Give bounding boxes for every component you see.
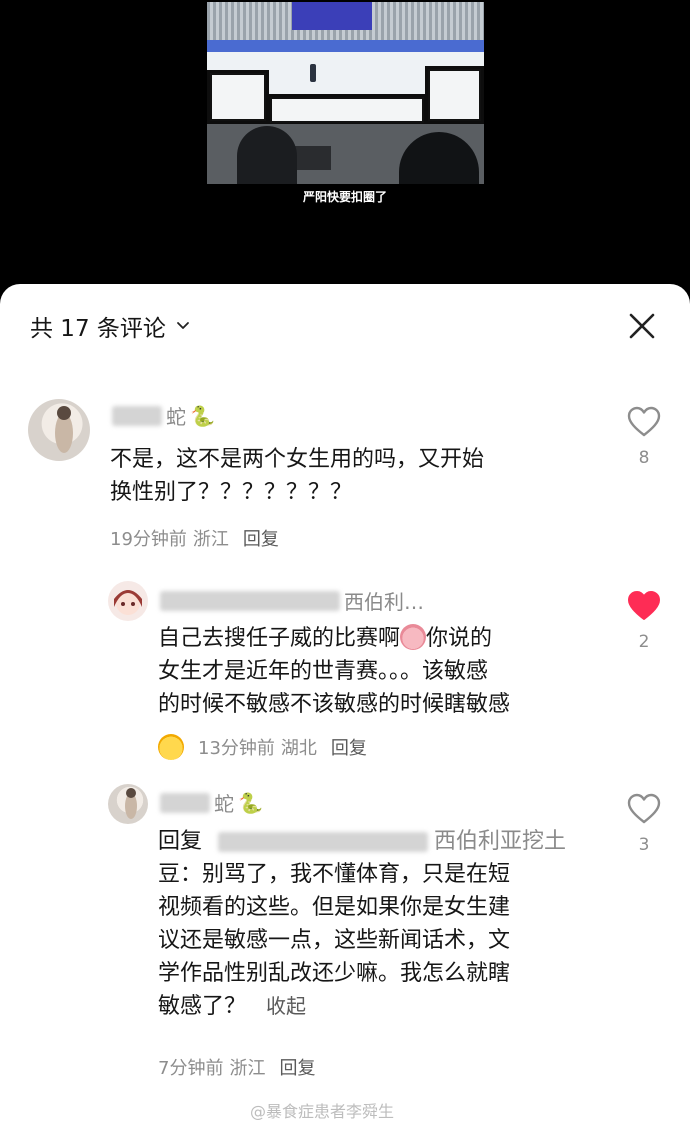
video-frame [207, 2, 484, 184]
video-player[interactable]: 严阳快要扣圈了 [0, 0, 690, 300]
comment-meta: 7分钟前 浙江 回复 [158, 1054, 315, 1080]
reply-button[interactable]: 回复 [331, 734, 367, 760]
heart-filled-icon [628, 591, 660, 620]
close-button[interactable] [624, 308, 660, 344]
like-button[interactable]: 3 [624, 793, 664, 855]
sweat-emoji-icon [400, 624, 427, 650]
comment-meta: 13分钟前 湖北 回复 [158, 734, 367, 760]
comment-author[interactable]: 西伯利… [160, 586, 424, 615]
comment-time: 13分钟前 [198, 738, 275, 759]
snake-icon: 🐍 [238, 790, 263, 815]
like-button[interactable]: 2 [624, 590, 664, 652]
avatar[interactable] [108, 784, 148, 824]
like-button[interactable]: 8 [624, 406, 664, 468]
avatar[interactable] [108, 581, 148, 621]
avatar[interactable] [28, 399, 90, 461]
heart-icon [627, 406, 661, 437]
reply-target-name[interactable]: 西伯利亚挖土 [434, 829, 566, 854]
comment-meta: 19分钟前 浙江 回复 [110, 525, 279, 551]
comment-count-title: 共 17 条评论 [30, 316, 166, 342]
heart-icon [627, 793, 661, 824]
comment-location: 浙江 [192, 529, 229, 550]
comment-text: 不是，这不是两个女生用的吗，又开始 换性别了？？？？？？？ [110, 447, 485, 505]
collapse-button[interactable]: 收起 [266, 994, 306, 1018]
reply-button[interactable]: 回复 [279, 1054, 315, 1080]
comment-location: 湖北 [280, 738, 317, 759]
chevron-down-icon [176, 322, 189, 329]
like-count: 3 [638, 835, 650, 855]
video-subtitle: 严阳快要扣圈了 [302, 190, 387, 204]
grin-emoji-icon [158, 734, 184, 760]
comment-text: 回复 西伯利亚挖土 豆：别骂了，我不懂体育，只是在短 视频看的这些。但是如果你是女… [158, 829, 567, 1019]
comment-author[interactable]: 蛇 🐍 [112, 401, 215, 430]
comments-header[interactable]: 共 17 条评论 [30, 310, 190, 342]
watermark: @暴食症患者李舜生 [250, 1102, 395, 1121]
comment-location: 浙江 [229, 1058, 266, 1079]
close-icon [629, 313, 655, 339]
comment-time: 7分钟前 [158, 1058, 224, 1079]
comment-time: 19分钟前 [110, 529, 187, 550]
comment-author[interactable]: 蛇 🐍 [160, 788, 263, 817]
like-count: 8 [638, 448, 650, 468]
reply-button[interactable]: 回复 [243, 525, 279, 551]
comment-text: 自己去搜任子威的比赛啊 你说的 女生才是近年的世青赛。。。该敏感 的时候不敏感不该… [158, 624, 511, 717]
snake-icon: 🐍 [190, 403, 215, 428]
like-count: 2 [638, 632, 650, 652]
